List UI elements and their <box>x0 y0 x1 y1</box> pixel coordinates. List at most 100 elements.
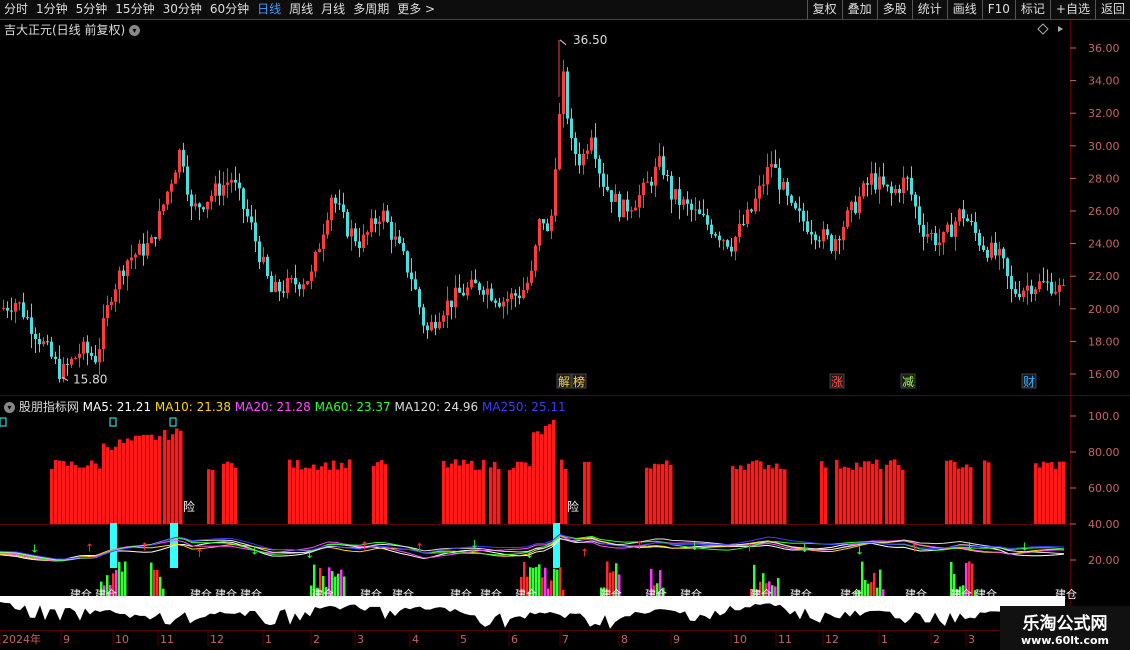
histogram-bar <box>153 569 156 596</box>
price-axis-label: 36.00 <box>1088 42 1120 55</box>
watermark-title: 乐淘公式网 <box>1022 614 1108 634</box>
candle-body <box>666 174 669 176</box>
candle-body <box>986 249 989 258</box>
indicator-bar <box>304 467 308 524</box>
candle-body <box>194 203 197 207</box>
indicator-bar <box>851 469 855 524</box>
candle-body <box>358 241 361 249</box>
indicator-bar <box>54 460 58 524</box>
indicator-bar <box>965 464 969 524</box>
candle-body <box>402 243 405 252</box>
candle-body <box>1050 281 1053 294</box>
candle-body <box>834 239 837 251</box>
indicator-bar <box>134 435 138 524</box>
build-label: 建仓 <box>1055 587 1077 601</box>
indicator-bar <box>126 438 130 524</box>
candle-body <box>710 224 713 235</box>
indicator-bar <box>987 462 991 524</box>
build-label: 建仓 <box>600 587 622 601</box>
indicator-bar <box>961 467 965 524</box>
indicator-bar <box>102 443 106 524</box>
candle-body <box>538 219 541 246</box>
candle-body <box>898 188 901 194</box>
ma-label: MA120: 24.96 <box>390 400 479 414</box>
candle-body <box>650 181 653 186</box>
indicator-name: 股朋指标网 <box>18 400 79 414</box>
candle-body <box>234 180 237 183</box>
indicator-bar <box>763 469 767 524</box>
histogram-bar <box>553 568 556 596</box>
indicator-bar <box>234 467 238 524</box>
candle-body <box>430 321 433 331</box>
candle-body <box>662 156 665 175</box>
candle-body <box>14 302 17 312</box>
ma-label: MA20: 21.28 <box>230 400 311 414</box>
candle-body <box>1026 285 1029 291</box>
candle-body <box>458 287 461 293</box>
candle-body <box>846 210 849 227</box>
indicator-bar <box>532 432 536 524</box>
candle-body <box>1062 285 1065 287</box>
candle-body <box>702 213 705 216</box>
candle-body <box>606 186 609 191</box>
price-axis-label: 34.00 <box>1088 75 1120 88</box>
signal-arrow: ↑ <box>195 547 204 560</box>
candle-body <box>58 358 61 379</box>
event-marker: 涨 <box>831 374 843 389</box>
date-label: 2 <box>933 633 940 646</box>
build-label: 建仓 <box>190 587 212 601</box>
candle-body <box>346 212 349 237</box>
histogram-bar <box>343 576 346 596</box>
candle-body <box>614 194 617 202</box>
candle-body <box>818 240 821 242</box>
indicator-bar <box>1034 463 1038 524</box>
candle-body <box>490 288 493 301</box>
candle-body <box>1058 285 1061 292</box>
kline-chart[interactable]: 36.00 34.00 32.00 30.00 28.00 26.00 24.00 22.00… <box>0 0 1130 650</box>
histogram-bar <box>873 572 876 596</box>
histogram-bar <box>879 569 882 596</box>
ma-label: MA60: 23.37 <box>310 400 391 414</box>
build-label: 建仓 <box>515 587 537 601</box>
date-label: 9 <box>673 633 680 646</box>
indicator-bar <box>300 469 304 524</box>
histogram-bar <box>870 582 873 596</box>
candle-body <box>670 175 673 200</box>
chevron-down-icon[interactable]: ▾ <box>4 402 15 413</box>
histogram-bar <box>562 589 565 596</box>
histogram-bar <box>882 589 885 596</box>
candle-body <box>582 153 585 166</box>
indicator-bar <box>328 469 332 524</box>
indicator-bar <box>863 461 867 524</box>
build-label: 建仓 <box>975 587 997 601</box>
indicator-bar <box>747 463 751 524</box>
indicator-bar <box>536 431 540 524</box>
candle-body <box>1010 276 1013 289</box>
candle-body <box>398 236 401 244</box>
indicator-bar <box>969 467 973 524</box>
candle-body <box>1034 289 1037 294</box>
candle-body <box>26 317 29 319</box>
histogram-bar <box>541 577 544 596</box>
histogram-bar <box>156 570 159 596</box>
candle-body <box>1018 293 1021 298</box>
candle-body <box>270 275 273 292</box>
histogram-bar <box>867 583 870 596</box>
chevron-down-icon[interactable]: ▾ <box>129 25 141 36</box>
indicator-axis-label: 100.0 <box>1088 410 1120 423</box>
price-axis-label: 24.00 <box>1088 238 1120 251</box>
indicator-bar <box>512 468 516 524</box>
candle-body <box>30 317 33 334</box>
candle-body <box>66 364 69 366</box>
candle-body <box>378 221 381 224</box>
high-price-label: 36.50 <box>573 33 607 47</box>
indicator-bar <box>110 450 114 524</box>
candle-body <box>198 203 201 208</box>
candle-body <box>158 211 161 239</box>
signal-arrow: ↑ <box>745 541 754 554</box>
indicator-bar <box>98 468 102 524</box>
indicator-bar <box>442 460 446 524</box>
candle-body <box>742 223 745 225</box>
candle-body <box>38 339 41 345</box>
candle-body <box>106 305 109 319</box>
